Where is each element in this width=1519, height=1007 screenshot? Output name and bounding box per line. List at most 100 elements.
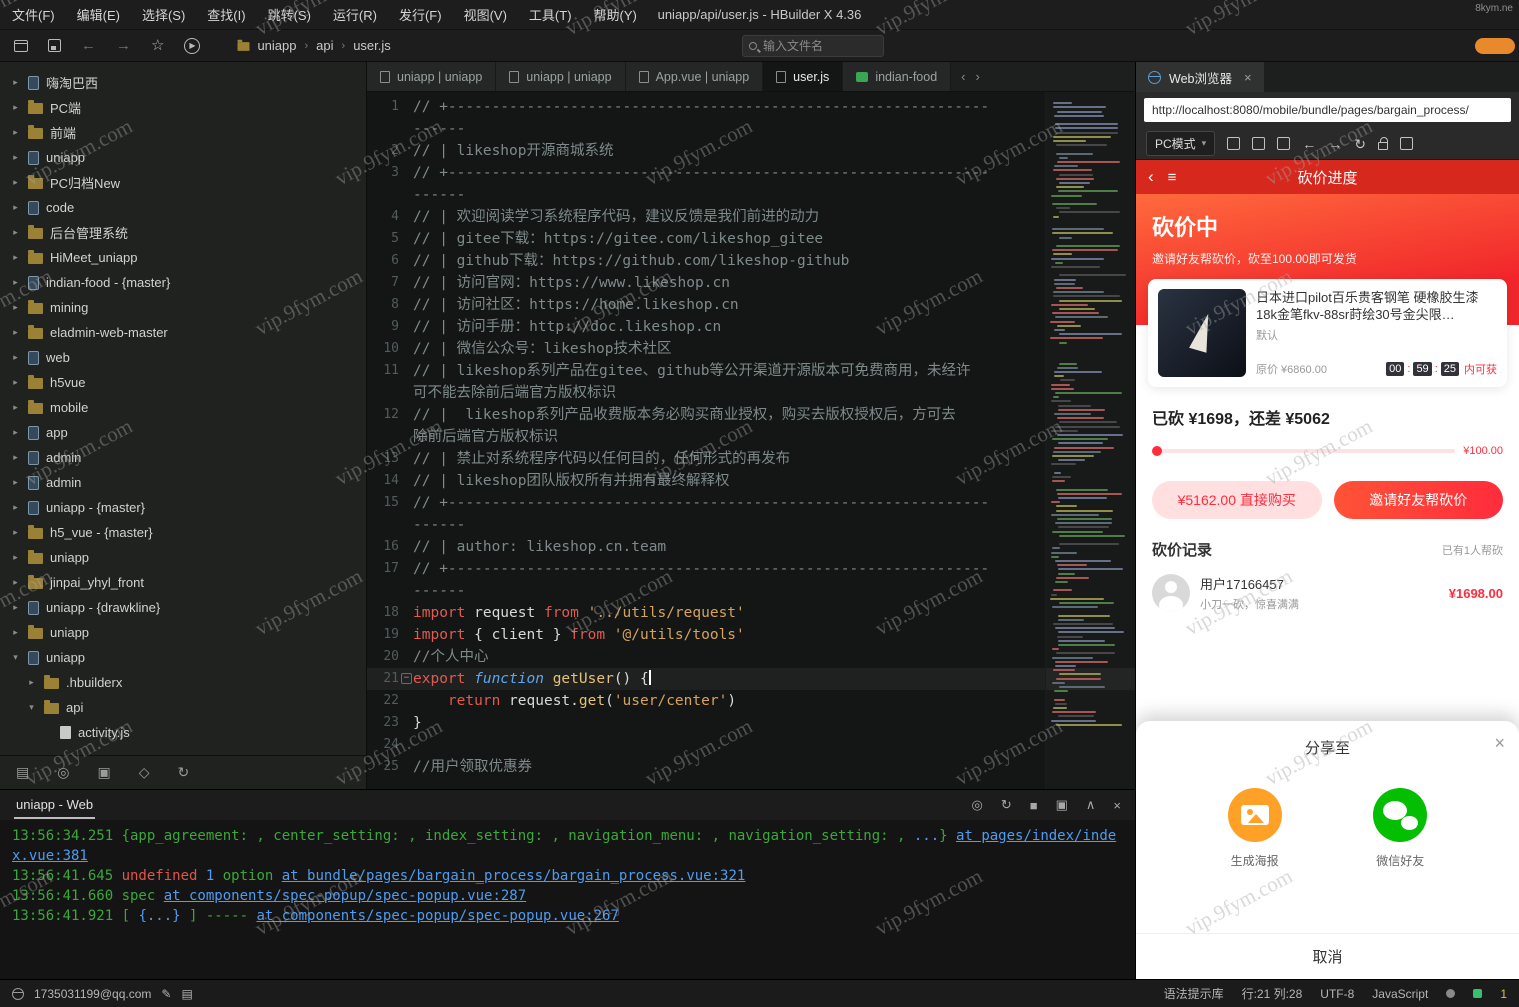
- buy-now-button[interactable]: ¥5162.00 直接购买: [1152, 481, 1322, 519]
- qr-grid-icon[interactable]: [1400, 137, 1413, 150]
- code-line[interactable]: 23}: [367, 712, 1135, 734]
- refresh-icon[interactable]: ↻: [1354, 137, 1366, 151]
- stop-icon[interactable]: ■: [1030, 798, 1038, 813]
- menu-item[interactable]: 文件(F): [12, 5, 55, 24]
- sync-icon[interactable]: ↻: [177, 764, 189, 781]
- open-external-icon[interactable]: [1227, 137, 1240, 150]
- tree-item[interactable]: ▸app: [0, 420, 366, 445]
- menu-item[interactable]: 编辑(E): [77, 5, 120, 24]
- back-icon[interactable]: ←: [81, 38, 96, 53]
- file-search[interactable]: [742, 35, 884, 57]
- breadcrumb-item[interactable]: api: [316, 38, 333, 53]
- account-email[interactable]: 1735031199@qq.com: [34, 987, 151, 1001]
- tree-item[interactable]: ▸h5_vue - {master}: [0, 520, 366, 545]
- code-line[interactable]: 22 return request.get('user/center'): [367, 690, 1135, 712]
- code-line[interactable]: 9// | 访问手册：http://doc.likeshop.cn: [367, 316, 1135, 338]
- code-line[interactable]: 21−export function getUser() {: [367, 668, 1135, 690]
- tree-item[interactable]: ▸mining: [0, 295, 366, 320]
- scroll-left-icon[interactable]: ‹: [961, 69, 965, 84]
- code-line[interactable]: 除前后端官方版权标识: [367, 426, 1135, 448]
- console-link[interactable]: at components/spec-popup/spec-popup.vue:…: [256, 908, 618, 924]
- browser-forward-icon[interactable]: →: [1328, 137, 1342, 151]
- tree-item[interactable]: ▸eladmin-web-master: [0, 320, 366, 345]
- code-line[interactable]: 4// | 欢迎阅读学习系统程序代码，建议反馈是我们前进的动力: [367, 206, 1135, 228]
- code-line[interactable]: 6// | github下载：https://github.com/likesh…: [367, 250, 1135, 272]
- menu-item[interactable]: 发行(F): [399, 5, 442, 24]
- menu-item[interactable]: 视图(V): [464, 5, 507, 24]
- editor-tab[interactable]: uniapp | uniapp: [367, 62, 496, 91]
- debug-console-icon[interactable]: ◎: [971, 797, 982, 813]
- editor-tab[interactable]: indian-food: [843, 62, 951, 91]
- code-line[interactable]: 10// | 微信公众号：likeshop技术社区: [367, 338, 1135, 360]
- code-line[interactable]: 可不能去除前后端官方版权标识: [367, 382, 1135, 404]
- browser-back-icon[interactable]: ←: [1302, 137, 1316, 151]
- code-line[interactable]: 11// | likeshop系列产品在gitee、github等公开渠道开源版…: [367, 360, 1135, 382]
- notifications-icon[interactable]: [1446, 989, 1455, 998]
- code-line[interactable]: ------: [367, 184, 1135, 206]
- code-line[interactable]: 8// | 访问社区：https://home.likeshop.cn: [367, 294, 1135, 316]
- editor-tab[interactable]: uniapp | uniapp: [496, 62, 625, 91]
- code-line[interactable]: 7// | 访问官网：https://www.likeshop.cn: [367, 272, 1135, 294]
- code-line[interactable]: 2// | likeshop开源商城系统: [367, 140, 1135, 162]
- share-option-poster[interactable]: 生成海报: [1228, 788, 1282, 869]
- tree-item[interactable]: ▸uniapp: [0, 545, 366, 570]
- save-icon[interactable]: [48, 39, 61, 52]
- tree-item[interactable]: ▸uniapp: [0, 145, 366, 170]
- cursor-position[interactable]: 行:21 列:28: [1242, 985, 1303, 1002]
- code-line[interactable]: ------: [367, 118, 1135, 140]
- tree-item[interactable]: ▸嗨淘巴西: [0, 70, 366, 95]
- nav-menu-icon[interactable]: ≡: [1168, 169, 1177, 186]
- close-tab-icon[interactable]: ×: [1244, 70, 1252, 85]
- menu-item[interactable]: 帮助(Y): [594, 5, 637, 24]
- contacts-icon[interactable]: ◎: [57, 764, 69, 781]
- minimap[interactable]: [1045, 92, 1135, 789]
- preview-window-icon[interactable]: [14, 40, 28, 52]
- scroll-right-icon[interactable]: ›: [976, 69, 980, 84]
- tree-item[interactable]: ▸PC端: [0, 95, 366, 120]
- tree-item[interactable]: ▾uniapp: [0, 645, 366, 670]
- tree-item[interactable]: ▸mobile: [0, 395, 366, 420]
- console-tab[interactable]: uniapp - Web: [14, 792, 95, 819]
- product-card[interactable]: 日本进口pilot百乐贵客钢笔 硬橡胶生漆18k金笔fkv-88sr莳绘30号金…: [1148, 279, 1507, 387]
- close-console-icon[interactable]: ×: [1113, 798, 1121, 813]
- tree-item[interactable]: ▸indian-food - {master}: [0, 270, 366, 295]
- browser-tab[interactable]: Web浏览器 ×: [1136, 62, 1264, 92]
- code-line[interactable]: ------: [367, 514, 1135, 536]
- tree-item[interactable]: ▸uniapp: [0, 620, 366, 645]
- devtools-icon[interactable]: [1252, 137, 1265, 150]
- syntax-library[interactable]: 语法提示库: [1164, 985, 1224, 1002]
- run-icon[interactable]: ▶: [184, 38, 200, 54]
- url-input[interactable]: [1144, 98, 1511, 122]
- device-mode-select[interactable]: PC模式 ▾: [1146, 131, 1215, 156]
- forward-icon[interactable]: →: [116, 38, 131, 53]
- language-mode[interactable]: JavaScript: [1372, 987, 1428, 1001]
- star-icon[interactable]: ☆: [151, 38, 164, 53]
- tree-item[interactable]: ▸后台管理系统: [0, 220, 366, 245]
- breadcrumb-item[interactable]: user.js: [353, 38, 391, 53]
- search-input[interactable]: [763, 39, 877, 53]
- tree-item[interactable]: ▸web: [0, 345, 366, 370]
- code-editor[interactable]: 1// +-----------------------------------…: [367, 92, 1135, 789]
- code-line[interactable]: ------: [367, 580, 1135, 602]
- menu-item[interactable]: 选择(S): [142, 5, 185, 24]
- code-line[interactable]: 17// +----------------------------------…: [367, 558, 1135, 580]
- screenshot-icon[interactable]: ▣: [1056, 797, 1068, 813]
- code-line[interactable]: 18import request from '../utils/request': [367, 602, 1135, 624]
- collapse-icon[interactable]: ∧: [1086, 797, 1096, 813]
- console-link[interactable]: at components/spec-popup/spec-popup.vue:…: [164, 888, 526, 904]
- tree-item[interactable]: ▸HiMeet_uniapp: [0, 245, 366, 270]
- code-line[interactable]: 15// +----------------------------------…: [367, 492, 1135, 514]
- menu-item[interactable]: 跳转(S): [268, 5, 311, 24]
- page-info-icon[interactable]: [1277, 137, 1290, 150]
- code-line[interactable]: 20//个人中心: [367, 646, 1135, 668]
- breadcrumb-item[interactable]: uniapp: [236, 38, 296, 53]
- console-link[interactable]: at bundle/pages/bargain_process/bargain_…: [282, 868, 746, 884]
- editor-tab[interactable]: App.vue | uniapp: [626, 62, 764, 91]
- tree-item[interactable]: ▸PC归档New: [0, 170, 366, 195]
- tree-item[interactable]: ▸前端: [0, 120, 366, 145]
- editor-tab[interactable]: user.js: [763, 62, 843, 91]
- code-line[interactable]: 24: [367, 734, 1135, 756]
- panel-icon[interactable]: ▤: [16, 764, 29, 781]
- tree-item[interactable]: ▸.hbuilderx: [0, 670, 366, 695]
- menu-item[interactable]: 查找(I): [207, 5, 245, 24]
